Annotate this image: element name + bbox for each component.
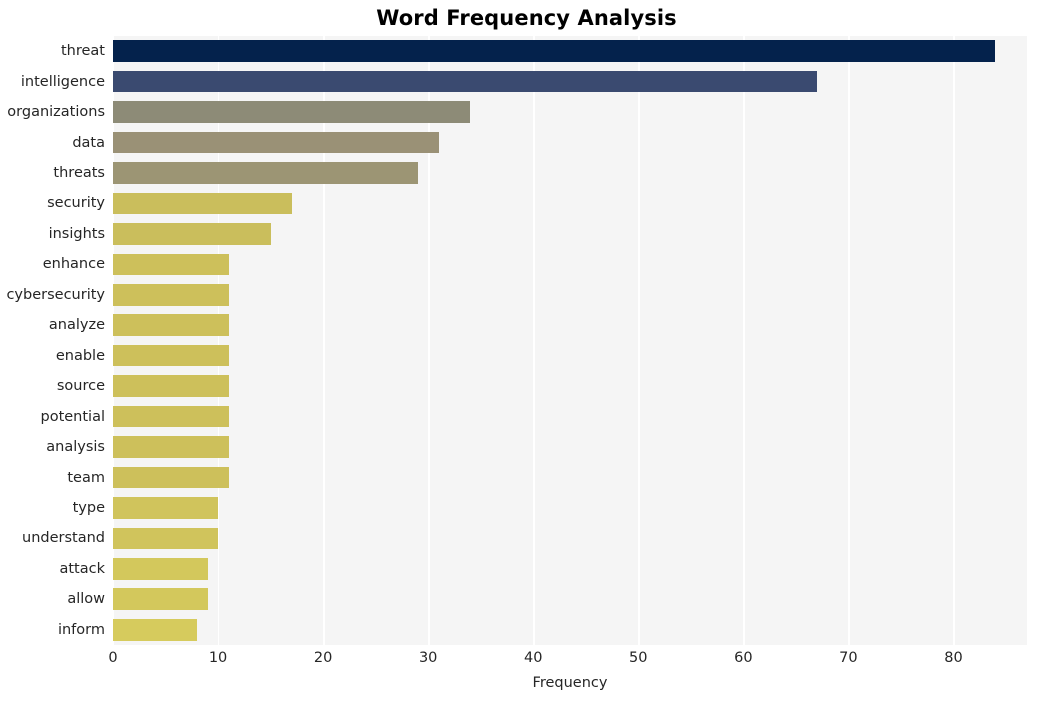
x-tick-label-80: 80 [944,650,963,666]
x-tick-label-60: 60 [734,650,753,666]
y-tick-label-attack: attack [59,560,105,577]
x-axis-title: Frequency [532,675,608,691]
y-tick-label-understand: understand [22,530,105,547]
y-tick-label-potential: potential [40,408,106,425]
y-tick-label-threat: threat [60,43,105,60]
x-tick-label-20: 20 [313,650,333,666]
y-tick-label-security: security [47,195,105,212]
y-tick-label-insights: insights [48,225,105,242]
y-tick-label-data: data [72,134,105,151]
x-tick-label-0: 0 [108,650,118,666]
chart-title: Word Frequency Analysis [376,6,677,30]
y-tick-label-analyze: analyze [48,317,105,334]
y-tick-label-cybersecurity: cybersecurity [6,286,105,303]
y-tick-label-analysis: analysis [46,439,105,456]
y-axis-tick-labels: threat intelligence organizations data threa… [0,36,1053,645]
y-tick-label-type: type [72,499,105,516]
y-tick-label-enhance: enhance [42,256,105,273]
y-tick-label-team: team [67,469,105,486]
y-tick-label-threats: threats [53,165,105,182]
y-tick-label-organizations: organizations [7,104,105,121]
word-frequency-chart: Word Frequency Analysis threat intelligen… [0,0,1053,701]
x-tick-label-40: 40 [523,650,543,666]
y-tick-label-enable: enable [55,347,105,364]
y-tick-label-allow: allow [67,591,105,608]
x-tick-label-70: 70 [839,650,858,666]
y-tick-label-inform: inform [57,621,105,638]
y-tick-label-intelligence: intelligence [20,73,105,90]
x-axis-tick-labels: 0 10 20 30 40 50 60 70 80 [108,650,1027,672]
x-tick-label-30: 30 [418,650,438,666]
y-tick-label-source: source [56,378,105,395]
x-tick-label-50: 50 [629,650,648,666]
x-tick-label-10: 10 [208,650,228,666]
